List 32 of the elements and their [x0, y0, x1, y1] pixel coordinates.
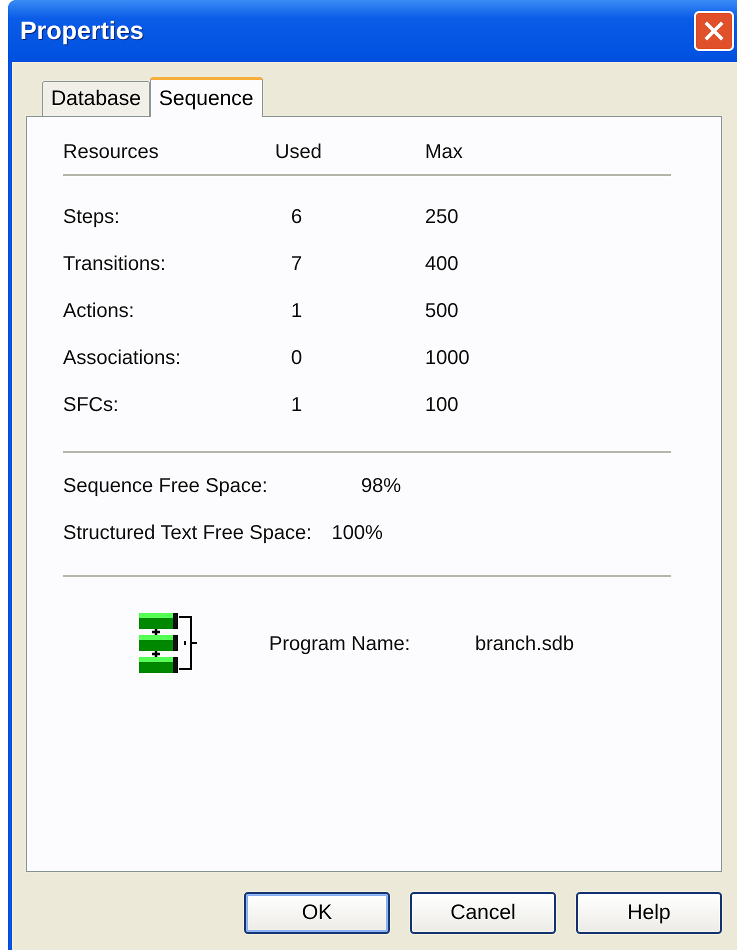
max-value: 1000 [425, 347, 470, 370]
free-space-label: Structured Text Free Space: [63, 522, 312, 545]
column-header: Resources [63, 141, 160, 164]
dialog-button[interactable]: Help [576, 892, 722, 934]
max-value: 400 [425, 253, 460, 276]
tab[interactable]: Sequence [150, 77, 262, 117]
dialog-button[interactable]: OK [244, 892, 390, 934]
window-title: Properties [20, 16, 145, 46]
tab[interactable]: Database [42, 81, 150, 116]
resource-label: Associations: [63, 347, 182, 370]
resource-label: Transitions: [63, 253, 167, 276]
resource-label: Steps: [63, 206, 121, 229]
program-name-label: Program Name: [269, 632, 412, 656]
resource-label: SFCs: [63, 394, 120, 417]
max-value: 100 [425, 394, 460, 417]
used-value: 1 [290, 394, 304, 417]
column-header: Max [425, 141, 464, 164]
free-space-value: 98% [361, 475, 402, 498]
used-value: 6 [290, 206, 304, 229]
close-icon [703, 20, 725, 42]
used-value: 7 [290, 253, 304, 276]
column-header: Used [275, 141, 323, 164]
dialog-button[interactable]: Cancel [410, 892, 556, 934]
max-value: 250 [425, 206, 460, 229]
close-button[interactable] [694, 11, 734, 51]
program-name-value: branch.sdb [475, 632, 574, 656]
free-space-value: 100% [332, 522, 383, 545]
used-value: 0 [290, 347, 304, 370]
max-value: 500 [425, 300, 460, 323]
resource-label: Actions: [63, 300, 136, 323]
used-value: 1 [290, 300, 304, 323]
free-space-label: Sequence Free Space: [63, 475, 269, 498]
